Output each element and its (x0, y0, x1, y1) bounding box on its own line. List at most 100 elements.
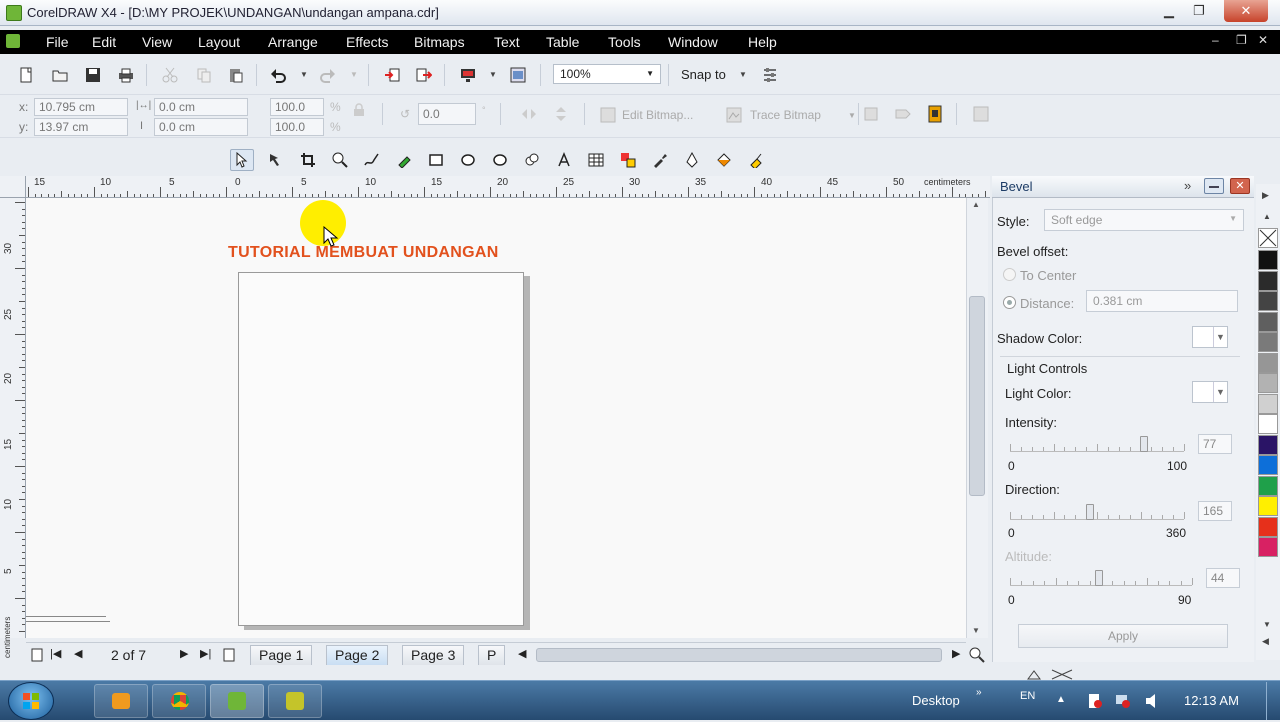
mirror-horizontal-icon[interactable] (520, 105, 538, 123)
apply-button[interactable]: Apply (1018, 624, 1228, 648)
wrap-text-icon[interactable] (972, 105, 990, 123)
language-indicator[interactable]: EN (1020, 690, 1035, 702)
color-swatch[interactable] (1258, 270, 1278, 291)
doc-restore-button[interactable]: ❐ (1236, 33, 1247, 47)
menu-bitmaps[interactable]: Bitmaps (414, 34, 465, 50)
options-icon[interactable] (762, 67, 778, 83)
export-icon[interactable] (416, 67, 432, 83)
eyedropper-tool[interactable] (648, 149, 672, 171)
clock[interactable]: 12:13 AM (1184, 693, 1239, 708)
new-icon[interactable] (18, 67, 34, 83)
open-icon[interactable] (52, 67, 68, 83)
rectangle-tool[interactable] (424, 149, 448, 171)
menu-layout[interactable]: Layout (198, 34, 240, 50)
last-page-icon[interactable]: ▶| (200, 647, 211, 660)
add-page-after-icon[interactable] (222, 648, 236, 662)
interactive-blend-tool[interactable] (616, 149, 640, 171)
document-page[interactable] (238, 272, 524, 626)
trace-bitmap-button[interactable]: Trace Bitmap (750, 108, 821, 122)
palette-up-icon[interactable]: ▲ (1263, 212, 1271, 221)
next-page-icon[interactable]: ▶ (180, 647, 188, 660)
page-tab-1[interactable]: Page 1 (250, 645, 313, 665)
canvas-heading-text[interactable]: TUTORIAL MEMBUAT UNDANGAN (228, 244, 499, 262)
fill-tool[interactable] (712, 149, 736, 171)
mirror-vertical-icon[interactable] (552, 105, 570, 123)
menu-view[interactable]: View (142, 34, 172, 50)
y-position-field[interactable]: 13.97 cm (34, 118, 128, 136)
start-button[interactable] (8, 682, 54, 720)
direction-value-field[interactable]: 165 (1198, 501, 1232, 521)
menu-file[interactable]: File (46, 34, 69, 50)
lock-ratio-icon[interactable] (352, 103, 366, 117)
freehand-tool[interactable] (360, 149, 384, 171)
scroll-down-icon[interactable]: ▼ (972, 626, 980, 635)
color-swatch[interactable] (1258, 311, 1278, 332)
light-color-picker[interactable]: ▼ (1192, 381, 1228, 403)
height-field[interactable]: 0.0 cm (154, 118, 248, 136)
page-tab-4[interactable]: P (478, 645, 506, 665)
first-page-icon[interactable]: |◀ (50, 647, 61, 660)
altitude-slider-thumb[interactable] (1094, 570, 1103, 586)
snap-to-dropdown[interactable]: Snap to (681, 67, 726, 82)
show-desktop-button[interactable] (1266, 682, 1280, 720)
add-page-before-icon[interactable] (30, 648, 44, 662)
menu-tools[interactable]: Tools (608, 34, 641, 50)
style-select[interactable]: Soft edge ▼ (1044, 209, 1244, 231)
paste-icon[interactable] (228, 67, 244, 83)
docker-tab-icon[interactable] (1026, 668, 1074, 680)
no-color-swatch[interactable] (1258, 228, 1278, 248)
close-button[interactable]: ✕ (1224, 0, 1268, 22)
pick-tool[interactable] (230, 149, 254, 171)
color-swatch[interactable] (1258, 291, 1278, 311)
color-swatch[interactable] (1258, 537, 1278, 557)
menu-window[interactable]: Window (668, 34, 718, 50)
previous-page-icon[interactable]: ◀ (74, 647, 82, 660)
menu-help[interactable]: Help (748, 34, 777, 50)
smart-fill-tool[interactable] (392, 149, 416, 171)
interactive-fill-tool[interactable] (744, 149, 768, 171)
copy-icon[interactable] (196, 67, 212, 83)
application-launcher-icon[interactable] (460, 67, 476, 83)
horizontal-ruler[interactable]: 15 10 5 0 5 10 15 20 25 30 35 40 45 50 c… (26, 176, 990, 198)
color-swatch[interactable] (1258, 516, 1278, 537)
text-tool[interactable] (552, 149, 576, 171)
bitmap-color-mask-icon[interactable] (926, 105, 944, 123)
taskbar-chrome[interactable] (152, 684, 206, 718)
vertical-ruler[interactable]: 30 25 20 15 10 5 centimeters (0, 198, 26, 658)
navigator-zoom-icon[interactable] (968, 646, 986, 664)
welcome-screen-icon[interactable] (510, 67, 526, 83)
docker-minimize-button[interactable] (1204, 178, 1224, 194)
vertical-scroll-thumb[interactable] (969, 296, 985, 496)
crop-tool[interactable] (296, 149, 320, 171)
resample-icon[interactable] (894, 105, 912, 123)
altitude-value-field[interactable]: 44 (1206, 568, 1240, 588)
to-center-radio[interactable] (1003, 268, 1016, 281)
edit-bitmap-button[interactable]: Edit Bitmap... (622, 108, 693, 122)
palette-down-icon[interactable]: ▼ (1263, 620, 1271, 629)
color-swatch[interactable] (1258, 352, 1278, 373)
taskbar-corel-capture[interactable] (268, 684, 322, 718)
zoom-tool[interactable] (328, 149, 352, 171)
docker-expand-icon[interactable]: » (1184, 178, 1191, 193)
scale-y-field[interactable]: 100.0 (270, 118, 324, 136)
taskbar-coreldraw[interactable] (210, 684, 264, 718)
undo-icon[interactable] (270, 67, 286, 83)
palette-scroll-up-icon[interactable]: ▶ (1262, 190, 1269, 201)
horizontal-scrollbar-thumb[interactable] (536, 648, 942, 662)
menu-table[interactable]: Table (546, 34, 579, 50)
color-swatch[interactable] (1258, 455, 1278, 475)
width-field[interactable]: 0.0 cm (154, 98, 248, 116)
show-hidden-icons[interactable]: ▲ (1056, 694, 1066, 705)
ellipse-tool[interactable] (456, 149, 480, 171)
polygon-tool[interactable] (488, 149, 512, 171)
palette-expand-icon[interactable]: ◀ (1262, 636, 1269, 647)
color-swatch[interactable] (1258, 393, 1278, 414)
color-swatch[interactable] (1258, 434, 1278, 455)
intensity-value-field[interactable]: 77 (1198, 434, 1232, 454)
save-icon[interactable] (85, 67, 101, 83)
import-icon[interactable] (384, 67, 400, 83)
maximize-button[interactable]: ❐ (1182, 0, 1216, 22)
minimize-button[interactable]: ▁ (1152, 0, 1186, 22)
scale-x-field[interactable]: 100.0 (270, 98, 324, 116)
ruler-origin[interactable] (0, 176, 26, 198)
